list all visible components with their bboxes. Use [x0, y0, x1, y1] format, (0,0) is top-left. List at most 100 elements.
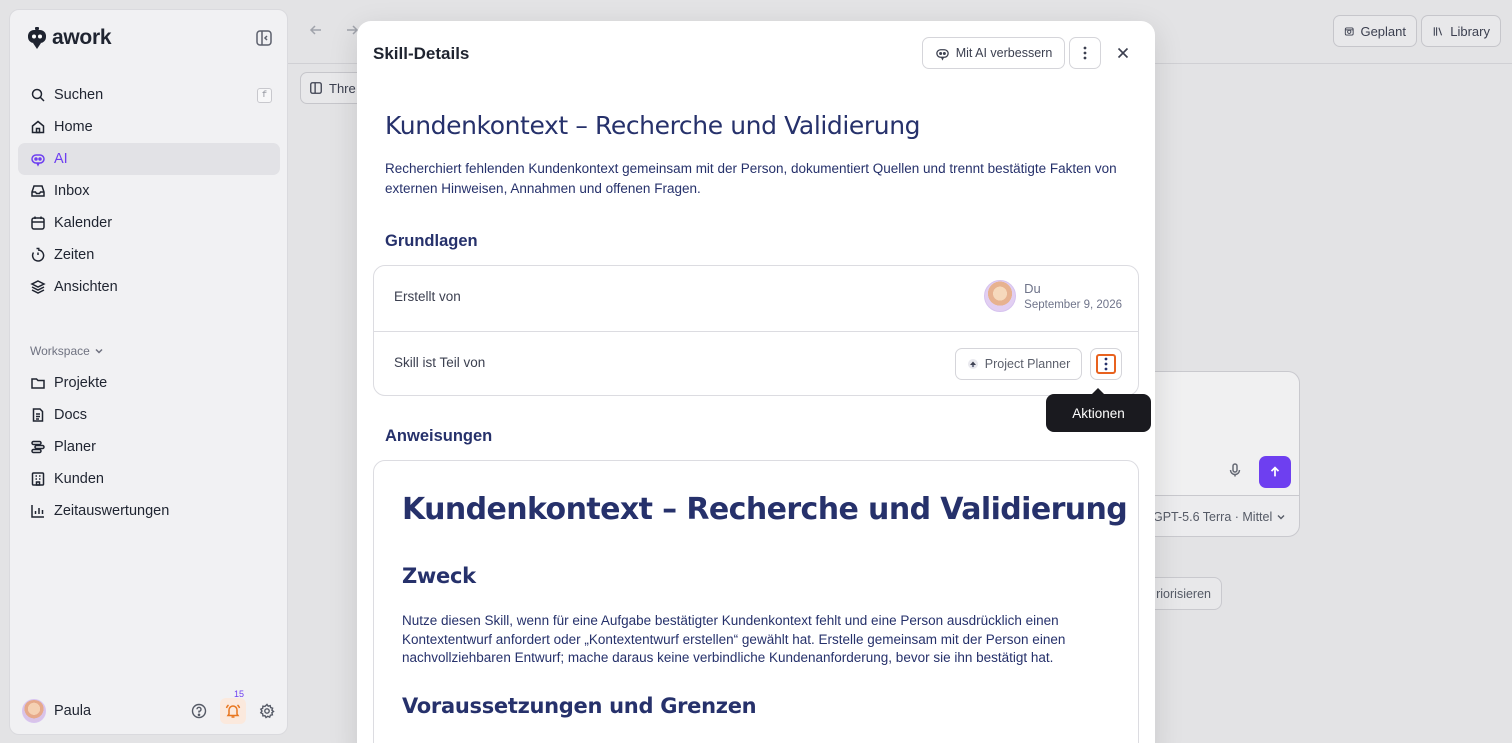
user-name: Paula [54, 703, 92, 719]
chart-icon [31, 505, 44, 518]
ai-icon [935, 48, 949, 61]
anweisungen-heading: Anweisungen [385, 427, 493, 445]
sidebar-item-ai[interactable]: AI [18, 143, 280, 175]
sidebar-item-search[interactable]: Suchen f [18, 79, 280, 111]
sidebar-item-projekte[interactable]: Projekte [18, 367, 280, 399]
sidebar-item-label: Kunden [54, 471, 104, 487]
workspace-toggle[interactable]: Workspace [30, 344, 104, 358]
more-vertical-icon [1096, 354, 1116, 374]
instructions-title: Kundenkontext – Recherche und Validierun… [402, 492, 1128, 527]
workspace-nav: Projekte Docs Planer Kunden Zeitauswertu… [18, 367, 280, 527]
sidebar-item-kunden[interactable]: Kunden [18, 463, 280, 495]
zweck-heading: Zweck [402, 564, 476, 588]
workspace-label: Workspace [30, 344, 90, 358]
close-button[interactable] [1113, 43, 1133, 63]
instructions-editor[interactable]: Kundenkontext – Recherche und Validierun… [373, 460, 1139, 743]
sidebar-item-label: Inbox [54, 183, 90, 199]
back-arrow-icon[interactable] [308, 22, 324, 38]
sidebar-item-zeitauswertungen[interactable]: Zeitauswertungen [18, 495, 280, 527]
created-date: September 9, 2026 [1024, 299, 1122, 311]
sidebar-item-label: Zeitauswertungen [54, 503, 170, 519]
search-icon [31, 88, 45, 102]
sidebar-item-inbox[interactable]: Inbox [18, 175, 280, 207]
awork-logo[interactable]: awork [26, 26, 112, 50]
notification-count: 15 [233, 689, 244, 699]
sidebar-item-zeiten[interactable]: Zeiten [18, 239, 280, 271]
created-by-row: Erstellt von Du September 9, 2026 [374, 266, 1138, 331]
user-profile[interactable]: Paula 15 [22, 689, 280, 724]
sidebar-item-label: Zeiten [54, 247, 95, 263]
sidebar-item-kalender[interactable]: Kalender [18, 207, 280, 239]
sidebar-item-label: Planer [54, 439, 96, 455]
layers-icon [30, 280, 46, 294]
ai-icon [31, 154, 45, 167]
sidebar-item-label: Docs [54, 407, 88, 423]
doc-icon [32, 408, 44, 422]
agent-icon [967, 359, 978, 369]
calendar-icon [31, 216, 45, 230]
notification-bell-icon[interactable]: 15 [220, 689, 246, 724]
arrow-up-icon [1270, 466, 1280, 477]
sidebar-item-label: AI [54, 151, 68, 167]
improve-with-ai-label: Mit AI verbessern [955, 46, 1053, 60]
send-button[interactable] [1259, 456, 1291, 488]
creator-info: Du September 9, 2026 [984, 280, 1122, 312]
more-vertical-icon [1083, 46, 1087, 60]
project-planner-label: Project Planner [984, 357, 1071, 371]
sidebar-item-docs[interactable]: Docs [18, 399, 280, 431]
home-icon [31, 120, 45, 134]
sidebar-item-planer[interactable]: Planer [18, 431, 280, 463]
scheduled-icon [1344, 26, 1354, 36]
grundlagen-card: Erstellt von Du September 9, 2026 Skill … [373, 265, 1139, 396]
chevron-down-icon [1277, 515, 1285, 520]
help-icon[interactable] [186, 698, 212, 724]
folder-icon [31, 378, 45, 389]
timer-icon [31, 247, 45, 262]
aktionen-tooltip: Aktionen [1046, 388, 1151, 432]
building-icon [31, 472, 45, 486]
model-selector[interactable]: GPT-5.6 Terra · Mittel [1153, 510, 1286, 524]
microphone-icon[interactable] [1227, 462, 1243, 478]
avatar [22, 699, 46, 723]
zweck-paragraph: Nutze diesen Skill, wenn für eine Aufgab… [402, 613, 1066, 665]
skill-details-modal: Skill-Details Mit AI verbessern Kundenko… [357, 21, 1155, 743]
avatar [984, 280, 1017, 312]
sidebar-item-label: Projekte [54, 375, 108, 391]
skill-description[interactable]: Recherchiert fehlenden Kundenkontext gem… [385, 159, 1125, 198]
shortcut-key: f [257, 88, 272, 103]
panel-icon [310, 82, 322, 94]
part-of-label: Skill ist Teil von [394, 355, 486, 370]
library-label: Library [1450, 23, 1490, 39]
geplant-button[interactable]: Geplant [1333, 15, 1417, 47]
threads-button[interactable]: Thre [300, 72, 365, 104]
awork-logo-icon [26, 26, 48, 50]
logo-text: awork [52, 26, 112, 49]
more-options-button[interactable] [1069, 37, 1101, 69]
sidebar-item-label: Home [54, 119, 93, 135]
suggestion-label: riorisieren [1156, 586, 1211, 601]
sidebar-item-home[interactable]: Home [18, 111, 280, 143]
project-planner-chip[interactable]: Project Planner [955, 348, 1082, 380]
grundlagen-heading: Grundlagen [385, 232, 478, 250]
created-by-label: Erstellt von [394, 289, 461, 304]
planner-icon [31, 440, 45, 454]
library-button[interactable]: Library [1421, 15, 1501, 47]
threads-label: Thre [329, 80, 356, 96]
skill-title[interactable]: Kundenkontext – Recherche und Validierun… [385, 111, 921, 140]
sidebar-item-ansichten[interactable]: Ansichten [18, 271, 280, 303]
model-label: GPT-5.6 Terra · Mittel [1153, 510, 1273, 524]
library-icon [1433, 26, 1443, 36]
sidebar-item-label: Ansichten [54, 279, 118, 295]
close-icon [1117, 47, 1129, 59]
sidebar-item-label: Kalender [54, 215, 113, 231]
voraussetzungen-heading: Voraussetzungen und Grenzen [402, 694, 757, 718]
sidebar: awork Suchen f Home AI Inbox Kalender Ze… [9, 9, 288, 735]
improve-with-ai-button[interactable]: Mit AI verbessern [922, 37, 1065, 69]
chevron-down-icon [95, 348, 103, 354]
aktionen-button[interactable] [1090, 348, 1122, 380]
settings-gear-icon[interactable] [254, 698, 280, 724]
modal-title: Skill-Details [373, 44, 470, 63]
sidebar-collapse-icon[interactable] [255, 29, 273, 47]
creator-name: Du [1024, 281, 1041, 296]
geplant-label: Geplant [1360, 23, 1406, 39]
